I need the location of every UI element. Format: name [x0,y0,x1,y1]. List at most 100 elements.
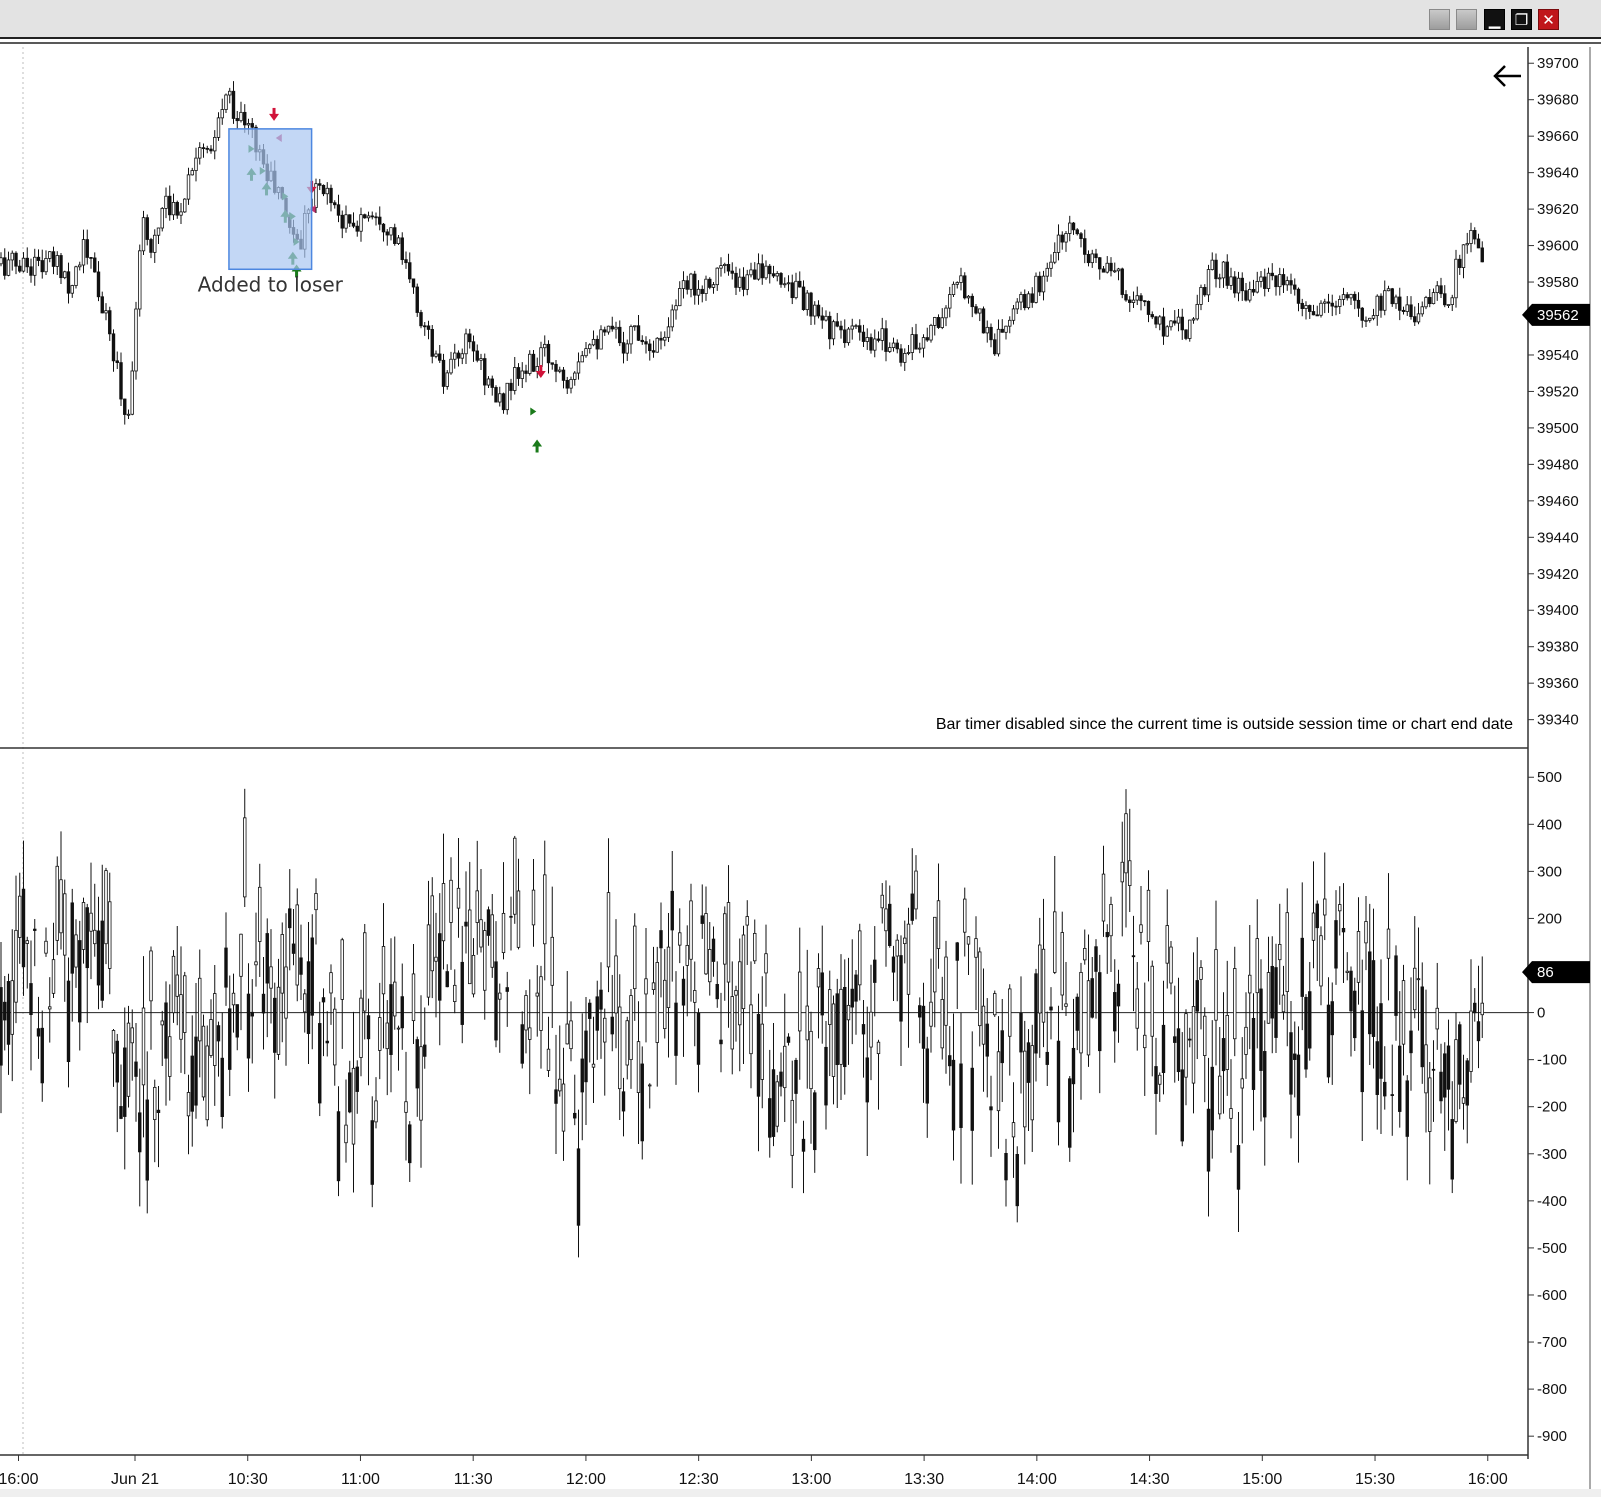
oscillator-bar [756,993,761,1152]
oscillator-bar [280,922,284,1043]
oscillator-bar [329,964,333,1025]
candle [1443,285,1447,308]
oscillator-panel[interactable] [0,788,1484,1258]
oscillator-bar [648,1083,652,1109]
price-axis-tick-label: 39680 [1537,92,1579,109]
oscillator-bar [1068,1076,1072,1162]
candle [606,325,611,335]
minimize-button[interactable]: ▁ [1484,9,1505,30]
candle [531,349,536,372]
restore-button[interactable]: ❐ [1511,9,1532,30]
candle [558,366,562,374]
oscillator-bar [678,908,682,964]
oscillator-bar [996,1016,1001,1149]
bar-timer-status-text: Bar timer disabled since the current tim… [936,716,1513,733]
candle [453,343,457,369]
candle [963,272,967,300]
candle [843,319,847,348]
oscillator-bar [1015,1146,1019,1223]
candle [156,227,161,244]
oscillator-bar [303,989,307,1033]
oscillator-axis-tick-label: -900 [1537,1428,1567,1445]
candle [1476,233,1481,249]
candle [1120,267,1124,299]
oscillator-bar [1281,965,1286,1020]
candle [906,345,911,356]
oscillator-bar [243,788,247,908]
candle [798,271,802,288]
oscillator-bar [171,950,176,1023]
candle [678,281,682,307]
candle [490,375,494,396]
candle [565,376,569,395]
candle [130,361,134,416]
window-titlebar: ▁ ❐ ✕ [0,0,1601,39]
oscillator-bar [344,1079,348,1163]
oscillator-bar [1360,959,1364,1141]
price-panel[interactable] [0,81,1484,425]
candle [426,320,431,340]
candle [790,274,794,305]
candle [764,260,768,280]
oscillator-bar [1135,962,1139,1051]
candle [1364,316,1368,327]
chart-canvas[interactable]: Added to loser 39700 39680 39660 39640 39620… [0,39,1601,1489]
oscillator-bar [370,1096,374,1208]
oscillator-bar [1229,1059,1233,1153]
candle [820,307,824,329]
oscillator-bar [0,942,3,1114]
oscillator-bar [1274,943,1278,1054]
annotation-layer[interactable]: Added to loser [198,128,344,296]
oscillator-bar [284,913,288,1066]
oscillator-bar [636,1001,641,1145]
candle [1199,284,1203,311]
oscillator-bar [764,924,768,1007]
candle [183,198,187,213]
candle [366,211,371,222]
candle [1034,272,1038,304]
window-grey-button-2[interactable] [1456,9,1477,30]
candle [1270,263,1274,281]
candle [929,323,933,343]
annotation-box[interactable] [228,128,313,271]
oscillator-bar [910,848,914,925]
oscillator-bar [1011,1082,1016,1178]
oscillator-bar [543,840,547,981]
oscillator-bar [820,925,824,1044]
candle [385,229,389,246]
candle [1030,287,1034,308]
window-grey-button-1[interactable] [1429,9,1450,30]
candle [1158,315,1162,331]
price-axis-tick-label: 39500 [1537,420,1579,437]
price-axis-tick-label: 39400 [1537,602,1579,619]
oscillator-bar [426,880,431,1006]
candle [918,342,922,354]
candle [741,267,746,297]
candle [1150,311,1154,320]
candle [321,184,326,197]
candle [1420,301,1424,317]
oscillator-bar [1255,899,1259,1049]
candle [190,167,194,176]
candle [985,320,989,343]
candle [333,200,337,209]
back-arrow-icon[interactable] [1493,65,1521,87]
oscillator-bar [921,982,926,1103]
oscillator-axis-tick-label: -700 [1537,1334,1567,1351]
price-axis-tick-label: 39360 [1537,675,1579,692]
candle [1131,291,1136,309]
oscillator-bar [1165,889,1169,989]
candle [1341,287,1346,306]
oscillator-bar [989,1075,993,1157]
oscillator-bar [231,973,236,1033]
time-axis-label: 11:00 [341,1471,380,1488]
candle [573,371,577,386]
candle [55,251,59,276]
close-button[interactable]: ✕ [1538,9,1559,30]
oscillator-bar [1461,1054,1466,1130]
candle [1435,281,1439,301]
oscillator-bar [1300,882,1304,1031]
oscillator-bar [1169,941,1173,995]
oscillator-bar [378,982,382,1080]
candle [115,351,119,369]
